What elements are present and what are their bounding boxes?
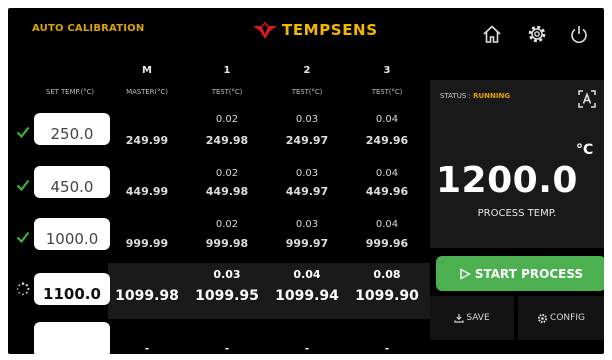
status-badge: RUNNING [473, 92, 511, 100]
save-label: SAVE [466, 313, 490, 323]
master-value: 449.99 [125, 185, 169, 198]
set-temp-input[interactable] [34, 322, 110, 354]
play-icon [460, 267, 471, 280]
process-temp-label: PROCESS TEMP. [477, 208, 557, 219]
check-icon [16, 126, 30, 139]
status-label: STATUS : [440, 92, 471, 100]
sub-head-test-1: TEST(°C) [211, 88, 243, 96]
sub-head-test-2: TEST(°C) [291, 88, 323, 96]
test-2-value: - [304, 342, 310, 354]
start-process-label: START PROCESS [474, 266, 584, 281]
deviation-test-1: 0.02 [215, 168, 239, 179]
test-3-value: 449.96 [365, 185, 409, 198]
gear-icon [537, 313, 548, 323]
temperature-unit: °C [576, 142, 594, 158]
status-line: STATUS : RUNNING [440, 92, 510, 100]
set-temp-input[interactable]: 450.0 [34, 166, 110, 198]
deviation-test-2: 0.03 [295, 168, 319, 179]
tempsens-logo-icon [253, 22, 277, 39]
loading-spinner-icon [16, 282, 30, 296]
test-3-value: 249.96 [365, 134, 409, 147]
col-head-test-1: 1 [223, 65, 231, 76]
deviation-test-3: 0.04 [375, 168, 399, 179]
test-3-value: 999.96 [365, 237, 409, 250]
power-icon [571, 26, 587, 43]
test-1-value: - [224, 342, 230, 354]
deviation-test-3: 0.04 [375, 219, 399, 230]
test-2-value: 999.97 [285, 237, 329, 250]
test-2-value: 449.97 [285, 185, 329, 198]
check-icon [16, 179, 30, 192]
col-head-master: M [142, 65, 152, 76]
test-2-value: 1099.94 [275, 288, 339, 304]
app-screen: AUTO CALIBRATION TEMPSENS M 1 2 3 SET TE… [8, 8, 604, 354]
master-value: - [144, 342, 150, 354]
power-button[interactable] [568, 23, 590, 45]
deviation-test-1: 0.02 [215, 219, 239, 230]
master-value: 249.99 [125, 134, 169, 147]
test-1-value: 249.98 [205, 134, 249, 147]
deviation-test-2: 0.03 [295, 219, 319, 230]
config-label: CONFIG [550, 313, 585, 323]
expand-icon[interactable] [578, 90, 596, 108]
test-1-value: 449.98 [205, 185, 249, 198]
page-title: AUTO CALIBRATION [32, 23, 145, 34]
deviation-test-1: 0.03 [213, 268, 241, 281]
deviation-test-3: 0.08 [373, 268, 401, 281]
process-temperature: 1200.0 [436, 160, 578, 201]
download-icon [454, 314, 464, 323]
sub-head-set-temp: SET TEMP.(°C) [45, 88, 94, 96]
set-temp-input[interactable]: 1000.0 [34, 218, 110, 250]
test-2-value: 249.97 [285, 134, 329, 147]
test-3-value: - [384, 342, 390, 354]
config-button[interactable]: CONFIG [518, 296, 604, 340]
test-1-value: 999.98 [205, 237, 249, 250]
deviation-test-2: 0.03 [295, 114, 319, 125]
home-icon [483, 25, 501, 43]
master-value: 999.99 [125, 237, 169, 250]
deviation-test-3: 0.04 [375, 114, 399, 125]
col-head-test-3: 3 [383, 65, 391, 76]
brand-name: TEMPSENS [282, 21, 378, 39]
check-icon [16, 231, 30, 244]
master-value: 1099.98 [115, 288, 179, 304]
deviation-test-2: 0.04 [293, 268, 321, 281]
settings-button[interactable] [526, 23, 548, 45]
set-temp-input[interactable]: 250.0 [34, 113, 110, 145]
top-bar: AUTO CALIBRATION TEMPSENS [8, 8, 604, 56]
sub-head-test-3: TEST(°C) [371, 88, 403, 96]
gear-icon [528, 25, 546, 43]
col-head-test-2: 2 [303, 65, 311, 76]
save-button[interactable]: SAVE [430, 296, 514, 340]
sub-head-master: MASTER(°C) [126, 88, 168, 96]
brand: TEMPSENS [253, 20, 378, 40]
set-temp-input[interactable]: 1100.0 [34, 273, 110, 305]
deviation-test-1: 0.02 [215, 114, 239, 125]
start-process-button[interactable]: START PROCESS [436, 256, 604, 291]
test-3-value: 1099.90 [355, 288, 419, 304]
process-panel: STATUS : RUNNING 1200.0 °C PROCESS TEMP. [430, 80, 604, 248]
home-button[interactable] [481, 23, 503, 45]
test-1-value: 1099.95 [195, 288, 259, 304]
